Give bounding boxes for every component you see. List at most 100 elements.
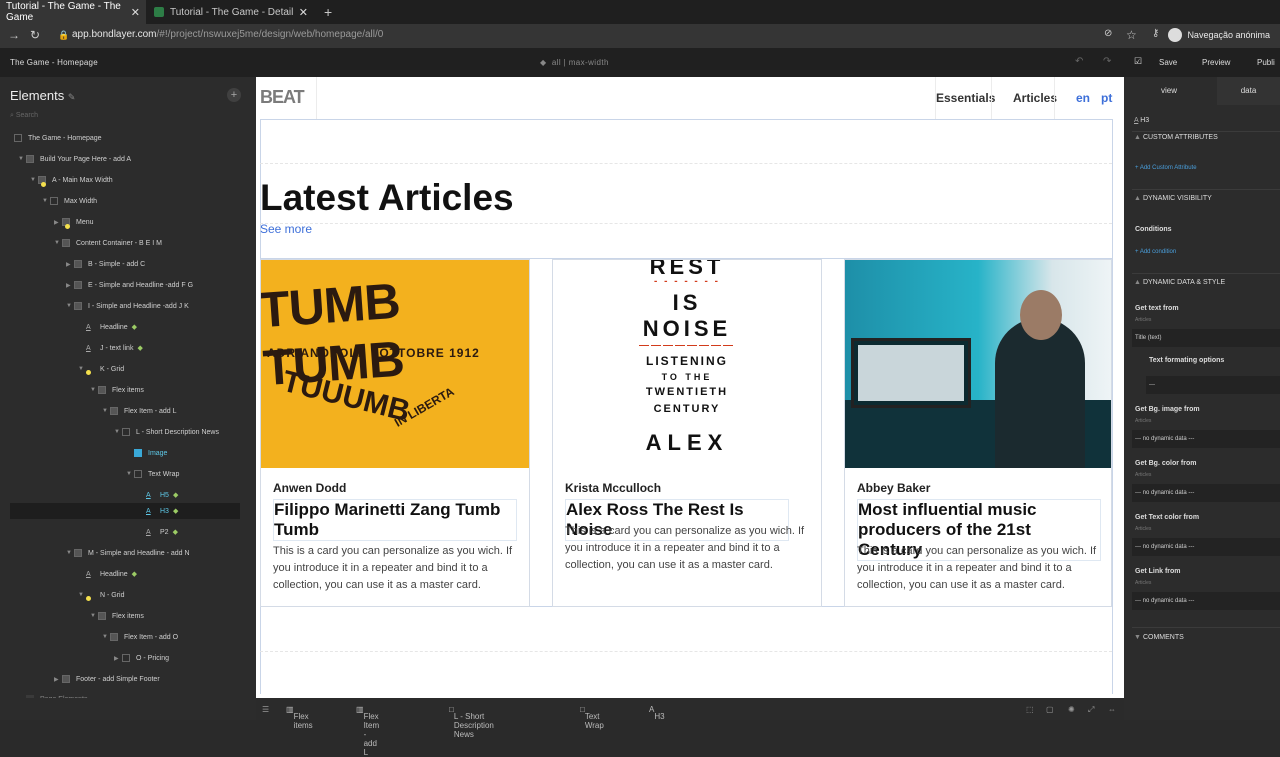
card-author[interactable]: Krista Mcculloch <box>565 481 661 495</box>
design-canvas[interactable]: BEAT Essentials Articles en pt Latest Ar… <box>256 77 1124 698</box>
search-input[interactable]: ⌕ Search <box>10 112 38 120</box>
publish-button[interactable]: Publi <box>1257 58 1275 67</box>
card-author[interactable]: Anwen Dodd <box>273 481 346 495</box>
tree-item-main-max-width[interactable]: ▼ A - Main Max Width <box>0 172 256 188</box>
text-source-select[interactable]: Title (text) <box>1132 329 1280 347</box>
card-description[interactable]: This is a card you can personalize as yo… <box>857 543 1103 594</box>
tree-item-flex-items[interactable]: ▼ Flex items <box>0 382 256 398</box>
undo-icon[interactable]: ↶ <box>1075 56 1083 67</box>
card-description[interactable]: This is a card you can personalize as yo… <box>273 543 519 594</box>
lang-pt-link[interactable]: pt <box>1101 91 1112 105</box>
star-icon[interactable]: ☆ <box>1126 28 1137 42</box>
tree-item-b-simple[interactable]: ▶ B - Simple - add C <box>0 256 256 272</box>
breakpoint-selector[interactable]: ◆ all | max-width <box>540 58 609 67</box>
tree-item-headline-2[interactable]: A Headline ◆ <box>0 566 256 582</box>
tree-item-j-text-link[interactable]: AJ - text link ◆ <box>0 340 256 356</box>
tree-item-e-simple[interactable]: ▶ E - Simple and Headline -add F G <box>0 277 256 293</box>
site-logo[interactable]: BEAT <box>260 87 305 108</box>
add-element-button[interactable]: + <box>227 88 241 102</box>
tree-item-headline[interactable]: A Headline ◆ <box>0 319 256 335</box>
url-field[interactable]: app.bondlayer.com/#!/project/nswuxej5me/… <box>72 29 383 40</box>
article-image[interactable]: TUMB TUMB ADRIANOPOLI OTTOBRE 1912 TUUUM… <box>261 260 529 468</box>
section-headline[interactable]: Latest Articles <box>260 177 514 219</box>
add-custom-attribute-link[interactable]: + Add Custom Attribute <box>1135 165 1197 171</box>
tree-item-page[interactable]: The Game - Homepage <box>0 130 256 146</box>
see-more-link[interactable]: See more <box>260 222 312 236</box>
get-link-label: Get Link from <box>1135 568 1181 575</box>
menu-item-articles[interactable]: Articles <box>1013 91 1057 105</box>
tree-item-max-width[interactable]: ▼ Max Width <box>0 193 256 209</box>
new-tab-button[interactable]: + <box>318 0 338 24</box>
crumb-h3[interactable]: A H3 <box>649 705 665 721</box>
preview-button[interactable]: Preview <box>1202 58 1230 67</box>
article-image[interactable]: REST - - - - - - - IS NOISE ———————— LIS… <box>553 260 821 468</box>
dynamic-data-header[interactable]: ▲ DYNAMIC DATA & STYLE <box>1134 279 1225 286</box>
fullscreen-icon[interactable]: ⤢ <box>1088 705 1094 715</box>
comments-header[interactable]: ▼ COMMENTS <box>1134 634 1184 641</box>
bg-image-select[interactable]: --- no dynamic data --- <box>1132 430 1280 448</box>
tree-item-build[interactable]: ▼ Build Your Page Here - add A <box>0 151 256 167</box>
flex-icon <box>110 633 118 641</box>
tree-item-footer[interactable]: ▶ Footer - add Simple Footer <box>0 671 256 687</box>
layers-icon[interactable]: ☰ <box>262 705 269 714</box>
tree-item-i-simple[interactable]: ▼ I - Simple and Headline -add J K <box>0 298 256 314</box>
tree-item-h5[interactable]: A H5 ◆ <box>0 487 256 503</box>
add-condition-link[interactable]: + Add condition <box>1135 249 1176 255</box>
article-card[interactable]: TUMB TUMB ADRIANOPOLI OTTOBRE 1912 TUUUM… <box>260 259 530 607</box>
select-icon[interactable]: ⬚ <box>1026 705 1034 714</box>
tree-item-image[interactable]: Image <box>0 445 256 461</box>
tab-detail[interactable]: Tutorial - The Game - Detail ✕ <box>148 0 314 24</box>
tree-item-o-pricing[interactable]: ▶ O - Pricing <box>0 650 256 666</box>
crumb-short-description[interactable]: □ L - Short Description News <box>449 705 494 739</box>
card-title[interactable]: Filippo Marinetti Zang Tumb Tumb <box>273 499 517 541</box>
tab-view[interactable]: view <box>1130 77 1208 105</box>
menu-item-essentials[interactable]: Essentials <box>936 91 995 105</box>
lang-en-link[interactable]: en <box>1076 91 1090 105</box>
tab-data[interactable]: data <box>1217 77 1280 105</box>
tree-item-content-container[interactable]: ▼ Content Container - B E I M <box>0 235 256 251</box>
selected-element: A H3 <box>1134 117 1150 124</box>
tree-item-menu[interactable]: ▶ Menu <box>0 214 256 230</box>
incognito-indicator[interactable]: Navegação anónima <box>1168 28 1270 42</box>
guide-line <box>260 119 1112 120</box>
section-icon <box>26 155 34 163</box>
article-card[interactable]: REST - - - - - - - IS NOISE ———————— LIS… <box>552 259 822 607</box>
tree-item-short-description[interactable]: ▼ L - Short Description News <box>0 424 256 440</box>
text-color-select[interactable]: --- no dynamic data --- <box>1132 538 1280 556</box>
tree-item-h3[interactable]: A H3 ◆ <box>10 503 240 519</box>
key-icon[interactable]: ⚷ <box>1152 28 1159 39</box>
tree-item-text-wrap[interactable]: ▼ Text Wrap <box>0 466 256 482</box>
forward-icon[interactable]: → <box>8 28 20 42</box>
frame-icon[interactable]: ▢ <box>1046 705 1054 714</box>
text-icon: A <box>86 344 91 352</box>
sun-icon[interactable]: ✺ <box>1068 705 1075 714</box>
crumb-flex-items[interactable]: ▥ Flex items <box>286 705 313 730</box>
close-icon[interactable]: ✕ <box>299 6 308 19</box>
crumb-flex-item[interactable]: ▥ Flex Item - add L <box>356 705 379 757</box>
close-icon[interactable]: ✕ <box>131 6 140 19</box>
text-formatting-select[interactable]: --- <box>1146 376 1280 394</box>
tree-item-p2[interactable]: A P2 ◆ <box>0 524 256 540</box>
tab-the-game[interactable]: Tutorial - The Game - The Game ✕ <box>0 0 146 24</box>
tree-item-m-simple[interactable]: ▼ M - Simple and Headline - add N <box>0 545 256 561</box>
link-select[interactable]: --- no dynamic data --- <box>1132 592 1280 610</box>
tree-item-k-grid[interactable]: ▼ K - Grid <box>0 361 256 377</box>
tree-item-flex-item-add-o[interactable]: ▼ Flex Item - add O <box>0 629 256 645</box>
tree-item-flex-item-add-l[interactable]: ▼ Flex Item - add L <box>0 403 256 419</box>
crumb-text-wrap[interactable]: □ Text Wrap <box>580 705 604 730</box>
dynamic-visibility-header[interactable]: ▲ DYNAMIC VISIBILITY <box>1134 195 1212 202</box>
eye-off-icon[interactable]: ⊘ <box>1104 28 1112 39</box>
checkbox-icon[interactable]: ☑ <box>1134 56 1142 67</box>
custom-attributes-header[interactable]: ▲ CUSTOM ATTRIBUTES <box>1134 134 1218 141</box>
article-image[interactable] <box>845 260 1111 468</box>
tree-item-n-grid[interactable]: ▼ N - Grid <box>0 587 256 603</box>
card-author[interactable]: Abbey Baker <box>857 481 930 495</box>
card-description[interactable]: This is a card you can personalize as yo… <box>565 523 811 574</box>
reload-icon[interactable]: ↻ <box>30 28 40 42</box>
tree-item-flex-items-2[interactable]: ▼ Flex items <box>0 608 256 624</box>
bg-color-select[interactable]: --- no dynamic data --- <box>1132 484 1280 502</box>
redo-icon[interactable]: ↷ <box>1103 56 1111 67</box>
expand-icon[interactable]: ⇔ <box>1108 705 1116 714</box>
save-button[interactable]: Save <box>1159 58 1177 67</box>
article-card[interactable]: Abbey Baker Most influential music produ… <box>844 259 1112 607</box>
